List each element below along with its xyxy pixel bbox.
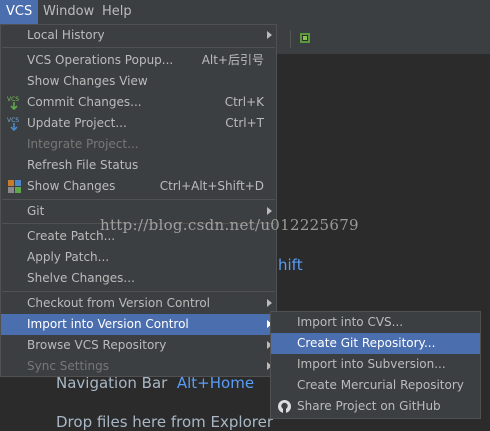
submenu-item-share-on-github[interactable]: Share Project on GitHub <box>271 396 480 417</box>
main-toolbar <box>276 24 490 55</box>
menu-item-checkout-from-vc[interactable]: Checkout from Version Control <box>1 293 276 314</box>
menu-item-refresh-file-status[interactable]: Refresh File Status <box>1 155 276 176</box>
github-icon <box>278 400 291 413</box>
submenu-item-import-into-subversion[interactable]: Import into Subversion... <box>271 354 480 375</box>
show-changes-icon <box>8 180 21 193</box>
submenu-item-create-mercurial-repository[interactable]: Create Mercurial Repository <box>271 375 480 396</box>
vcs-menu: Local History VCS Operations Popup... Alt… <box>0 24 277 377</box>
menu-separator <box>2 199 275 200</box>
menu-vcs[interactable]: VCS <box>0 0 39 24</box>
menu-item-sync-settings: Sync Settings <box>1 356 276 377</box>
submenu-item-create-git-repository[interactable]: Create Git Repository... <box>271 333 480 354</box>
menu-item-browse-vcs-repository[interactable]: Browse VCS Repository <box>1 335 276 356</box>
toolbar-separator <box>290 30 291 48</box>
submenu-arrow-icon <box>267 299 272 307</box>
menu-separator <box>2 291 275 292</box>
vcs-commit-icon: VCS <box>7 96 19 110</box>
svg-text:VCS: VCS <box>7 117 19 124</box>
menu-item-shelve-changes[interactable]: Shelve Changes... <box>1 268 276 289</box>
menu-item-update-project[interactable]: VCS Update Project... Ctrl+T <box>1 113 276 134</box>
menu-help[interactable]: Help <box>96 0 138 24</box>
menu-item-apply-patch[interactable]: Apply Patch... <box>1 247 276 268</box>
menu-item-integrate-project: Integrate Project... <box>27 137 139 151</box>
watermark: http://blog.csdn.net/u012225679 <box>100 216 359 234</box>
menu-item-import-into-vc[interactable]: Import into Version Control <box>1 314 276 335</box>
menu-item-commit-changes[interactable]: VCS Commit Changes... Ctrl+K <box>1 92 276 113</box>
submenu-arrow-icon <box>267 207 272 215</box>
menu-item-local-history[interactable]: Local History <box>1 25 276 46</box>
import-into-vc-submenu: Import into CVS... Create Git Repository… <box>270 311 481 419</box>
menu-window[interactable]: Window <box>37 0 100 24</box>
search-everywhere-hint: hift <box>278 256 303 274</box>
drop-files-hint: Drop files here from Explorer <box>56 413 273 431</box>
menu-item-vcs-operations-popup[interactable]: VCS Operations Popup... Alt+后引号 <box>1 50 276 71</box>
vcs-update-icon: VCS <box>7 117 19 131</box>
menu-bar: VCS Window Help <box>0 0 490 24</box>
menu-separator <box>2 47 275 48</box>
svg-text:VCS: VCS <box>7 96 19 103</box>
submenu-arrow-icon <box>267 31 272 39</box>
submenu-item-import-into-cvs[interactable]: Import into CVS... <box>271 312 480 333</box>
menu-item-show-changes[interactable]: Show Changes Ctrl+Alt+Shift+D <box>1 176 276 197</box>
menu-item-show-changes-view[interactable]: Show Changes View <box>1 71 276 92</box>
sdk-manager-icon[interactable] <box>298 31 312 45</box>
